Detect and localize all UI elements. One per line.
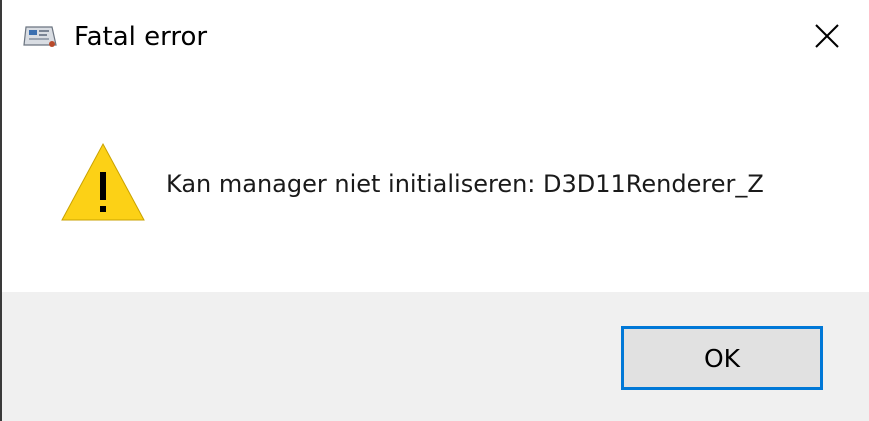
close-button[interactable] [785,0,869,76]
dialog-footer: OK [2,292,869,421]
close-icon [814,23,840,53]
window-title: Fatal error [74,22,208,52]
warning-icon [58,140,148,224]
dialog-content: Kan manager niet initialiseren: D3D11Ren… [2,76,869,292]
app-window-icon [22,23,58,49]
error-message: Kan manager niet initialiseren: D3D11Ren… [166,170,764,198]
fatal-error-dialog: Fatal error Kan manager niet initialiser… [0,0,869,421]
ok-button[interactable]: OK [621,326,823,390]
title-bar[interactable]: Fatal error [2,0,869,76]
